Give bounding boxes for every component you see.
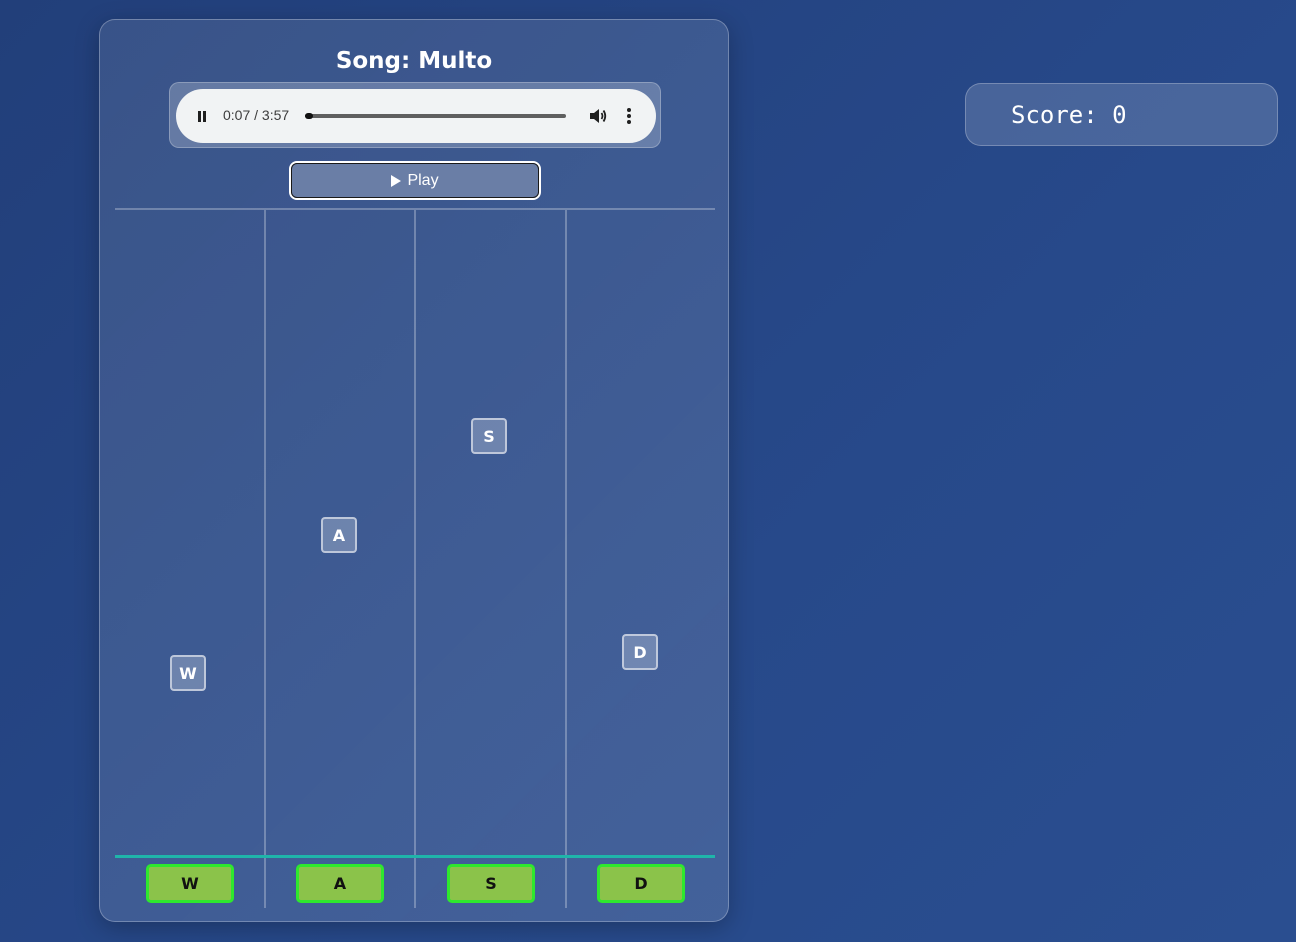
audio-time: 0:07 / 3:57 [223, 107, 290, 123]
falling-note-s: S [471, 418, 507, 454]
audio-player-wrapper: 0:07 / 3:57 [169, 82, 661, 148]
audio-player[interactable]: 0:07 / 3:57 [176, 89, 656, 143]
key-button-a[interactable]: A [296, 864, 384, 903]
key-button-w[interactable]: W [146, 864, 234, 903]
lane-divider [264, 210, 266, 908]
play-icon [391, 174, 402, 187]
hit-line [115, 855, 715, 858]
pause-icon[interactable] [194, 108, 210, 124]
audio-progress-bar[interactable] [305, 113, 566, 119]
play-button[interactable]: Play [289, 161, 541, 200]
game-panel: Song: Multo 0:07 / 3:57 Play W A S D W A… [99, 19, 729, 922]
lane-divider [414, 210, 416, 908]
volume-icon[interactable] [588, 107, 608, 125]
key-button-d[interactable]: D [597, 864, 685, 903]
note-lanes: W A S D [115, 210, 715, 908]
audio-progress-fill [305, 113, 313, 119]
falling-note-w: W [170, 655, 206, 691]
more-vert-icon[interactable] [624, 106, 634, 126]
score-display: Score: 0 [965, 83, 1278, 146]
key-button-s[interactable]: S [447, 864, 535, 903]
play-button-label: Play [407, 171, 439, 189]
song-title: Song: Multo [335, 48, 493, 74]
lane-divider [565, 210, 567, 908]
falling-note-a: A [321, 517, 357, 553]
falling-note-d: D [622, 634, 658, 670]
